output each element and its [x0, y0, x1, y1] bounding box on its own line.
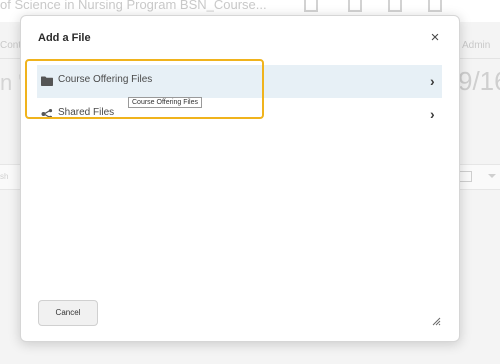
course-offering-files-row[interactable]: Course Offering Files › [37, 65, 442, 98]
background-date: 9/16 [458, 66, 500, 96]
table-view-icon [459, 171, 472, 182]
background-nav-item: Cont [0, 40, 22, 51]
close-button[interactable]: × [427, 30, 443, 46]
cancel-button[interactable]: Cancel [38, 300, 98, 326]
row-label: Course Offering Files [58, 74, 153, 85]
message-icon [348, 0, 362, 12]
chevron-right-icon: › [430, 106, 435, 122]
bell-icon [428, 0, 442, 12]
grid-icon [304, 0, 318, 12]
share-icon [41, 109, 53, 119]
background-page-title: of Science in Nursing Program BSN_Course… [0, 0, 267, 12]
background-nav-admin: Admin [462, 40, 491, 51]
add-file-dialog: Add a File × Course Offering Files › Sha… [20, 15, 460, 342]
background-toolbar-text: sh [0, 172, 9, 181]
dialog-title: Add a File [38, 32, 91, 44]
folder-icon [41, 76, 53, 86]
row-label: Shared Files [58, 107, 115, 118]
resize-handle-icon[interactable] [431, 316, 441, 326]
chevron-right-icon: › [430, 73, 435, 89]
caret-down-icon [488, 174, 496, 178]
shared-files-row[interactable]: Shared Files › [37, 98, 442, 131]
tooltip: Course Offering Files [128, 97, 203, 108]
chat-icon [388, 0, 402, 12]
